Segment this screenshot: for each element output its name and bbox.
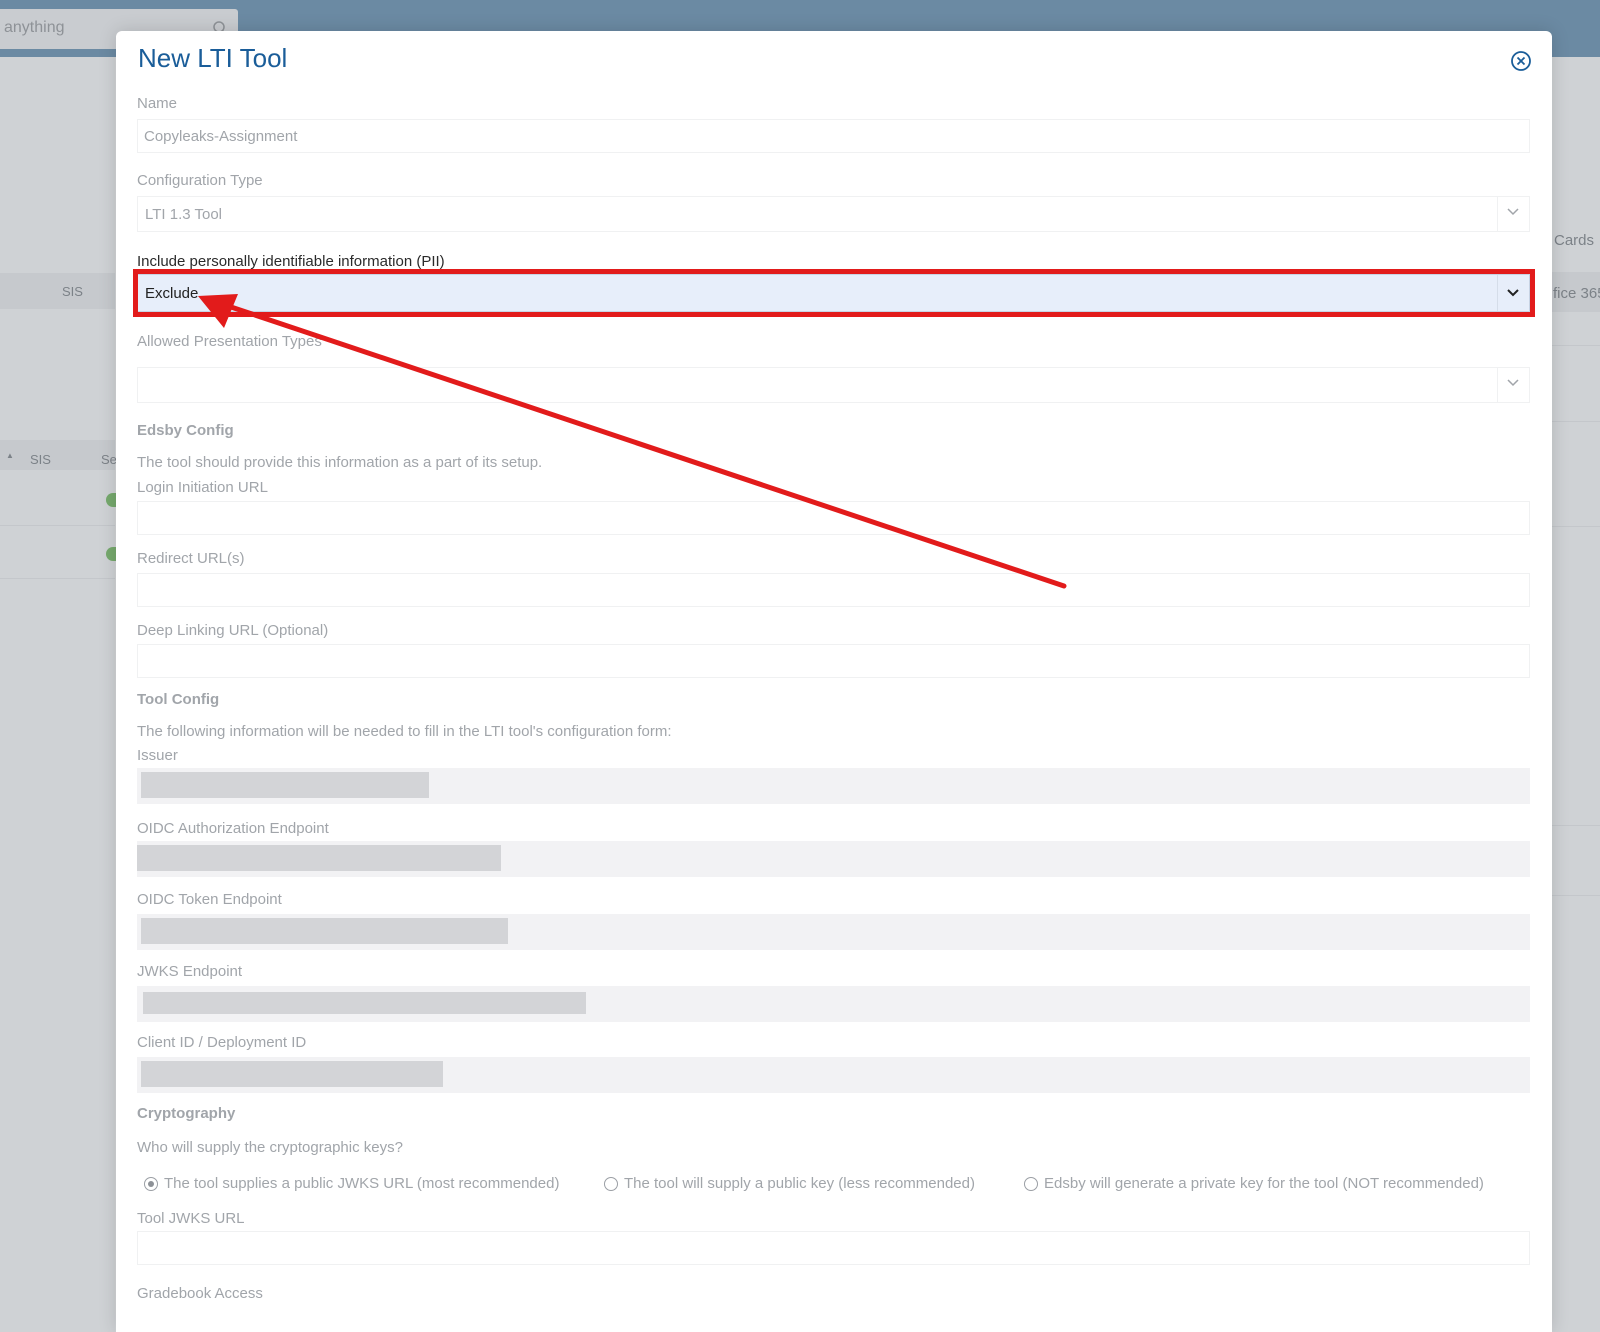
sort-up-icon[interactable]: ▲ (6, 451, 14, 460)
issuer-label: Issuer (137, 747, 178, 764)
radio-option-label: Edsby will generate a private key for th… (1044, 1175, 1484, 1192)
presentation-types-label: Allowed Presentation Types (137, 333, 322, 350)
status-dot-icon (106, 493, 116, 507)
redirect-urls-label: Redirect URL(s) (137, 550, 245, 567)
oidc-authorization-endpoint-field (137, 841, 1530, 877)
background-divider (0, 578, 115, 579)
login-initiation-url-input[interactable] (137, 501, 1530, 535)
background-cards-label: Cards (1554, 232, 1595, 249)
pii-label: Include personally identifiable informat… (137, 253, 445, 270)
redacted-value (141, 1061, 443, 1087)
new-lti-tool-dialog: New LTI Tool Name Configuration Type LTI… (116, 31, 1552, 1332)
radio-unselected-icon[interactable] (604, 1177, 618, 1191)
tool-config-help-text: The following information will be needed… (137, 723, 672, 740)
redacted-value (141, 918, 508, 944)
chevron-down-icon (1507, 379, 1519, 387)
edsby-config-help-text: The tool should provide this information… (137, 454, 543, 471)
configuration-type-label: Configuration Type (137, 172, 263, 189)
cryptography-options: The tool supplies a public JWKS URL (mos… (137, 1175, 1527, 1195)
radio-selected-icon[interactable] (144, 1177, 158, 1191)
client-id-label: Client ID / Deployment ID (137, 1034, 307, 1051)
jwks-endpoint-label: JWKS Endpoint (137, 963, 243, 980)
dialog-title: New LTI Tool (138, 43, 288, 73)
configuration-type-select[interactable]: LTI 1.3 Tool (137, 196, 1530, 232)
client-id-field (137, 1057, 1530, 1093)
cryptography-question: Who will supply the cryptographic keys? (137, 1139, 403, 1156)
close-icon[interactable] (1510, 50, 1532, 72)
tool-jwks-url-label: Tool JWKS URL (137, 1210, 245, 1227)
redacted-value (143, 992, 586, 1014)
background-sis-column-header[interactable]: SIS (30, 452, 51, 467)
edsby-config-heading: Edsby Config (137, 422, 234, 439)
jwks-endpoint-field (137, 986, 1530, 1022)
redacted-value (137, 845, 501, 871)
redirect-urls-input[interactable] (137, 573, 1530, 607)
background-left-panel (0, 57, 115, 1332)
global-search-placeholder: anything (4, 19, 65, 36)
pii-value: Exclude (145, 285, 199, 302)
deep-linking-url-label: Deep Linking URL (Optional) (137, 622, 329, 639)
pii-select[interactable]: Exclude (137, 274, 1530, 312)
configuration-type-value: LTI 1.3 Tool (145, 206, 222, 223)
background-header-row (0, 440, 115, 470)
deep-linking-url-input[interactable] (137, 644, 1530, 678)
background-divider (0, 525, 115, 526)
background-divider (1550, 421, 1600, 422)
background-sis-label: SIS (62, 284, 83, 299)
background-divider (1550, 825, 1600, 826)
oidc-token-endpoint-label: OIDC Token Endpoint (137, 891, 282, 908)
status-dot-icon (106, 547, 116, 561)
oidc-token-endpoint-field (137, 914, 1530, 950)
background-office-label: fice 365 (1553, 285, 1600, 302)
radio-unselected-icon[interactable] (1024, 1177, 1038, 1191)
redacted-value (141, 772, 429, 798)
login-initiation-url-label: Login Initiation URL (137, 479, 268, 496)
background-divider (1550, 345, 1600, 346)
background-row (0, 273, 115, 309)
background-divider (1550, 895, 1600, 896)
background-divider (1550, 526, 1600, 527)
issuer-field (137, 768, 1530, 804)
name-input[interactable] (137, 119, 1530, 153)
radio-option-label: The tool will supply a public key (less … (624, 1175, 975, 1192)
configuration-type-dropdown-button[interactable] (1497, 197, 1529, 231)
background-se-column-header[interactable]: Se (101, 452, 117, 467)
chevron-down-icon (1507, 208, 1519, 216)
pii-dropdown-button[interactable] (1497, 275, 1529, 311)
tool-jwks-url-input[interactable] (137, 1231, 1530, 1265)
name-label: Name (137, 95, 178, 112)
radio-option-label: The tool supplies a public JWKS URL (mos… (164, 1175, 560, 1192)
oidc-authorization-endpoint-label: OIDC Authorization Endpoint (137, 820, 329, 837)
presentation-types-select[interactable] (137, 367, 1530, 403)
presentation-types-dropdown-button[interactable] (1497, 368, 1529, 402)
tool-config-heading: Tool Config (137, 691, 220, 708)
cryptography-heading: Cryptography (137, 1105, 236, 1122)
gradebook-access-label: Gradebook Access (137, 1285, 263, 1302)
chevron-down-icon (1507, 289, 1519, 297)
